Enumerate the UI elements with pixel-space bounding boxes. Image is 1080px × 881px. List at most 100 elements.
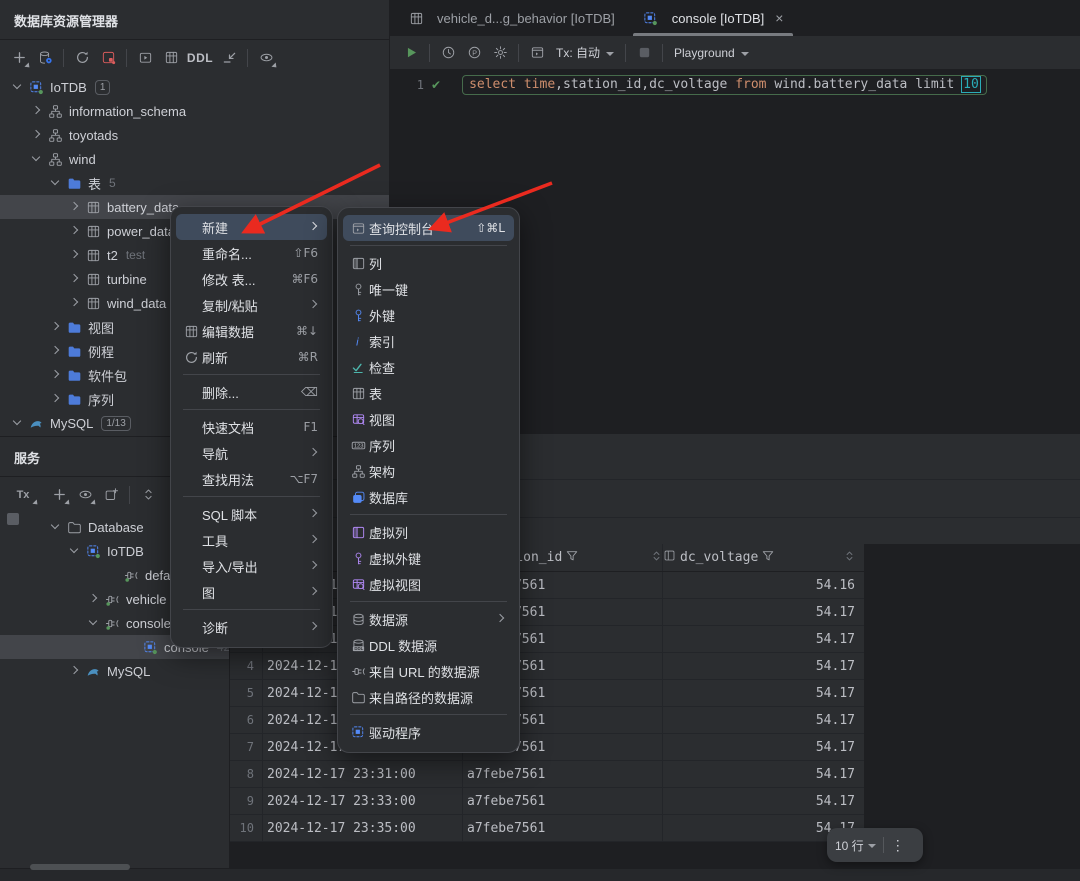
submenu-item-数据源[interactable]: 数据源 (343, 606, 514, 632)
submenu-item-数据库[interactable]: 数据库 (343, 484, 514, 510)
chevron-right-icon[interactable] (86, 592, 100, 606)
results-row-6[interactable]: 62024-12-17 23:27:00a7febe756154.17 (230, 707, 864, 734)
context-menu-item-导航[interactable]: 导航 (176, 440, 327, 466)
station-id-cell[interactable]: a7febe7561 (463, 815, 663, 841)
eye-icon[interactable] (72, 483, 98, 507)
submenu-item-来自路径的数据源[interactable]: 来自路径的数据源 (343, 684, 514, 710)
chevron-right-icon[interactable] (48, 320, 62, 334)
close-tab-icon[interactable]: × (775, 10, 783, 26)
chevron-right-icon[interactable] (67, 224, 81, 238)
explorer-item-表[interactable]: 表5 (0, 171, 389, 195)
chevron-right-icon[interactable] (67, 664, 81, 678)
disconnect-icon[interactable] (95, 46, 121, 70)
context-menu-item-工具[interactable]: 工具 (176, 527, 327, 553)
ddl-icon[interactable]: DDL (184, 46, 216, 70)
page-size-label[interactable]: 10 行 (835, 837, 864, 854)
services-rail-indicator[interactable] (7, 513, 19, 525)
open-console-icon[interactable] (98, 483, 124, 507)
filter-funnel-icon[interactable] (762, 550, 774, 566)
submenu-item-序列[interactable]: 123序列 (343, 432, 514, 458)
chevron-right-icon[interactable] (48, 344, 62, 358)
chevron-down-icon[interactable] (48, 176, 62, 190)
sql-statement[interactable]: select time,station_id,dc_voltage from w… (462, 75, 987, 95)
session-dropdown[interactable]: Playground (674, 46, 735, 60)
context-menu-item-新建[interactable]: 新建 (176, 214, 327, 240)
context-menu-item-编辑数据[interactable]: 编辑数据⌘↓ (176, 318, 327, 344)
context-menu-item-修改 表...[interactable]: 修改 表...⌘F6 (176, 266, 327, 292)
table-icon[interactable] (158, 46, 184, 70)
submenu-item-虚拟视图[interactable]: 虚拟视图 (343, 571, 514, 597)
console-output-icon[interactable] (524, 41, 550, 65)
chevron-right-icon[interactable] (48, 392, 62, 406)
time-cell[interactable]: 2024-12-17 23:31:00 (263, 761, 463, 787)
explorer-item-IoTDB[interactable]: IoTDB1 (0, 75, 389, 99)
filter-funnel-icon[interactable] (566, 550, 578, 566)
more-options-icon[interactable]: ⋮ (891, 837, 905, 854)
context-menu-item-删除...[interactable]: 删除...⌫ (176, 379, 327, 405)
time-cell[interactable]: 2024-12-17 23:33:00 (263, 788, 463, 814)
dc-voltage-cell[interactable]: 54.17 (663, 761, 864, 787)
station-id-cell[interactable]: a7febe7561 (463, 761, 663, 787)
context-menu-item-SQL 脚本[interactable]: SQL 脚本 (176, 501, 327, 527)
services-item-MySQL[interactable]: MySQL (0, 659, 229, 683)
dc-voltage-cell[interactable]: 54.17 (663, 599, 864, 625)
chevron-down-icon[interactable] (48, 520, 62, 534)
editor-tab-console [IoTDB][interactable]: console [IoTDB]× (629, 0, 798, 36)
stop-icon[interactable] (631, 41, 657, 65)
station-id-cell[interactable]: a7febe7561 (463, 788, 663, 814)
explorer-item-wind[interactable]: wind (0, 147, 389, 171)
editor-tab-vehicle_d...g_behavior [IoTDB][interactable]: vehicle_d...g_behavior [IoTDB] (394, 0, 629, 36)
tx-mode-dropdown[interactable]: Tx: 自动 (556, 44, 600, 61)
context-menu-item-查找用法[interactable]: 查找用法⌥F7 (176, 466, 327, 492)
context-menu-item-导入/导出[interactable]: 导入/导出 (176, 553, 327, 579)
jump-to-console-icon[interactable] (216, 46, 242, 70)
context-menu-item-图[interactable]: 图 (176, 579, 327, 605)
chevron-down-icon[interactable] (29, 152, 43, 166)
chevron-right-icon[interactable] (67, 248, 81, 262)
context-menu-item-快速文档[interactable]: 快速文档F1 (176, 414, 327, 440)
submenu-item-索引[interactable]: i索引 (343, 328, 514, 354)
chevron-right-icon[interactable] (67, 200, 81, 214)
submenu-item-表[interactable]: 表 (343, 380, 514, 406)
submenu-item-来自 URL 的数据源[interactable]: 来自 URL 的数据源 (343, 658, 514, 684)
refresh-icon[interactable] (69, 46, 95, 70)
history-icon[interactable] (435, 41, 461, 65)
submenu-item-虚拟列[interactable]: 虚拟列 (343, 519, 514, 545)
dc-voltage-cell[interactable]: 54.17 (663, 788, 864, 814)
context-menu-item-复制/粘贴[interactable]: 复制/粘贴 (176, 292, 327, 318)
dc-voltage-cell[interactable]: 54.16 (663, 572, 864, 598)
chevron-down-icon[interactable] (86, 616, 100, 630)
submenu-item-列[interactable]: 列 (343, 250, 514, 276)
submenu-item-视图[interactable]: 视图 (343, 406, 514, 432)
results-row-4[interactable]: 42024-12-17 23:23:00a7febe756154.17 (230, 653, 864, 680)
query-console-icon[interactable] (132, 46, 158, 70)
chevron-down-icon[interactable] (10, 416, 24, 430)
submenu-item-架构[interactable]: 架构 (343, 458, 514, 484)
chevron-right-icon[interactable] (67, 272, 81, 286)
chevron-right-icon[interactable] (67, 296, 81, 310)
dc-voltage-cell[interactable]: 54.17 (663, 680, 864, 706)
context-menu-item-诊断[interactable]: 诊断 (176, 614, 327, 640)
explorer-item-information_schema[interactable]: information_schema (0, 99, 389, 123)
code-line[interactable]: 1 ✔ select time,station_id,dc_voltage fr… (390, 73, 1080, 97)
dc-voltage-cell[interactable]: 54.17 (663, 734, 864, 760)
add-icon[interactable] (46, 483, 72, 507)
chevron-right-icon[interactable] (29, 128, 43, 142)
submenu-item-查询控制台[interactable]: 查询控制台⇧⌘L (343, 215, 514, 241)
settings-gear-icon[interactable] (487, 41, 513, 65)
submenu-item-检查[interactable]: 检查 (343, 354, 514, 380)
results-row-9[interactable]: 92024-12-17 23:33:00a7febe756154.17 (230, 788, 864, 815)
chevron-right-icon[interactable] (29, 104, 43, 118)
chevron-down-icon[interactable] (67, 544, 81, 558)
dc-voltage-cell[interactable]: 54.17 (663, 626, 864, 652)
expand-collapse-icon[interactable] (135, 483, 161, 507)
chevron-right-icon[interactable] (48, 368, 62, 382)
submenu-item-驱动程序[interactable]: 驱动程序 (343, 719, 514, 745)
profile-icon[interactable]: P (461, 41, 487, 65)
submenu-item-DDL 数据源[interactable]: DDLDDL 数据源 (343, 632, 514, 658)
run-icon[interactable] (398, 41, 424, 65)
dc-voltage-cell[interactable]: 54.17 (663, 707, 864, 733)
submenu-item-外键[interactable]: 外键 (343, 302, 514, 328)
pager-pill[interactable]: 10 行 ⋮ (827, 828, 923, 862)
submenu-item-虚拟外键[interactable]: 虚拟外键 (343, 545, 514, 571)
